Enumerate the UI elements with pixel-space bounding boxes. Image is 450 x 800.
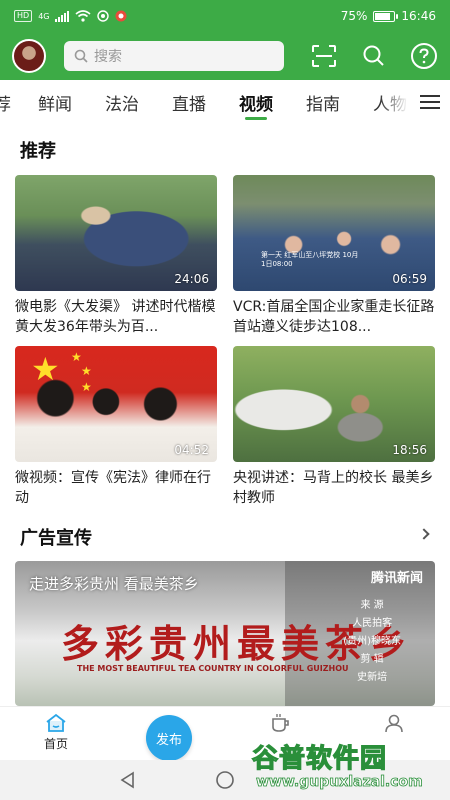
banner-logo: 腾讯新闻 — [370, 571, 423, 586]
home-icon — [46, 713, 66, 732]
help-button[interactable] — [410, 42, 438, 70]
tab-live[interactable]: 直播 — [172, 80, 206, 124]
cup-icon — [272, 714, 289, 732]
chevron-right-icon[interactable] — [418, 528, 430, 540]
video-thumbnail[interactable]: 24:06 — [15, 175, 217, 291]
watermark: 谷普软件园 www.gupuxlazal.com — [246, 738, 450, 796]
search-input[interactable]: 搜索 — [64, 41, 284, 71]
flag-star-icon: ★ — [81, 380, 92, 394]
top-header: 搜索 — [0, 32, 450, 80]
tab-recommend[interactable]: 荐 — [0, 80, 11, 124]
battery-icon — [373, 10, 399, 22]
nav-home-label: 首页 — [43, 737, 68, 751]
category-tabs: 荐 鲜闻 法治 直播 视频 指南 人物 — [0, 80, 450, 124]
video-card[interactable]: 24:06 微电影《大发渠》 讲述时代楷模黄大发36年带头为百... — [15, 175, 217, 337]
video-title[interactable]: 央视讲述：马背上的校长 最美乡村教师 — [233, 468, 435, 508]
video-title[interactable]: 微电影《大发渠》 讲述时代楷模黄大发36年带头为百... — [15, 297, 217, 337]
video-title[interactable]: VCR:首届全国企业家重走长征路 首站遵义徒步达108... — [233, 297, 435, 337]
user-icon — [385, 714, 403, 733]
nav-home[interactable]: 首页 — [26, 713, 86, 752]
search-icon — [74, 49, 88, 63]
publish-button[interactable]: 发布 — [146, 715, 192, 761]
tab-menu-button[interactable] — [420, 92, 440, 112]
video-duration: 24:06 — [174, 272, 209, 286]
scan-icon — [312, 45, 336, 67]
nav-profile[interactable] — [364, 713, 424, 735]
home-circle-icon[interactable] — [215, 770, 235, 790]
nav-tab-3[interactable] — [250, 713, 310, 735]
flag-star-icon: ★ — [31, 350, 60, 388]
search-placeholder: 搜索 — [94, 49, 122, 65]
wifi-icon — [75, 10, 92, 22]
watermark-en: www.gupuxlazal.com — [256, 774, 424, 791]
video-thumbnail[interactable]: 第一天 红军山至八坪党校 10月1日08:00 06:59 — [233, 175, 435, 291]
avatar[interactable] — [12, 39, 46, 73]
back-icon[interactable] — [118, 770, 138, 790]
video-duration: 06:59 — [392, 272, 427, 286]
video-thumbnail[interactable]: ★ ★ ★ ★ 04:52 — [15, 346, 217, 462]
network-badge: HD — [14, 10, 33, 22]
video-card[interactable]: 第一天 红军山至八坪党校 10月1日08:00 06:59 VCR:首届全国企业… — [233, 175, 435, 337]
flag-star-icon: ★ — [71, 350, 82, 364]
video-duration: 04:52 — [174, 443, 209, 457]
banner-headline: 走进多彩贵州 看最美茶乡 — [29, 575, 199, 593]
video-card[interactable]: ★ ★ ★ ★ 04:52 微视频：宣传《宪法》律师在行动 — [15, 346, 217, 508]
search-icon — [363, 45, 384, 66]
search-button[interactable] — [360, 42, 388, 70]
status-bar: HD 4G 75% 16:46 — [0, 0, 450, 32]
tab-video[interactable]: 视频 — [239, 80, 273, 124]
watermark-cn: 谷普软件园 — [251, 743, 388, 774]
clock: 16:46 — [401, 9, 436, 23]
video-overlay-caption: 第一天 红军山至八坪党校 10月1日08:00 — [261, 251, 359, 268]
signal-label: 4G — [38, 11, 50, 21]
banner-english-caption: THE MOST BEAUTIFUL TEA COUNTRY IN COLORF… — [77, 664, 349, 673]
section-title-ads: 广告宣传 — [20, 528, 92, 549]
notification-icon — [97, 10, 110, 22]
tab-guide[interactable]: 指南 — [306, 80, 340, 124]
video-card[interactable]: 18:56 央视讲述：马背上的校长 最美乡村教师 — [233, 346, 435, 508]
video-title[interactable]: 微视频：宣传《宪法》律师在行动 — [15, 468, 217, 508]
video-duration: 18:56 — [392, 443, 427, 457]
app-screen: HD 4G 75% 16:46 搜索 荐 鲜闻 法治 直播 视频 指南 推荐 2… — [0, 0, 450, 800]
help-icon — [411, 43, 437, 69]
ad-banner[interactable]: 走进多彩贵州 看最美茶乡 腾讯新闻 多彩贵州最美茶乡 THE MOST BEAU… — [15, 561, 435, 706]
tab-rule-of-law[interactable]: 法治 — [105, 80, 139, 124]
app-notification-icon — [115, 10, 127, 22]
banner-credits: 来 源 人民拍客 (贵州)穆晓东 剪 辑 史新培 — [343, 600, 401, 683]
flag-star-icon: ★ — [81, 364, 92, 378]
section-title-recommend: 推荐 — [20, 141, 56, 162]
scan-button[interactable] — [310, 42, 338, 70]
signal-icon — [55, 10, 70, 22]
video-thumbnail[interactable]: 18:56 — [233, 346, 435, 462]
tab-news[interactable]: 鲜闻 — [38, 80, 72, 124]
battery-percent: 75% — [340, 9, 368, 23]
